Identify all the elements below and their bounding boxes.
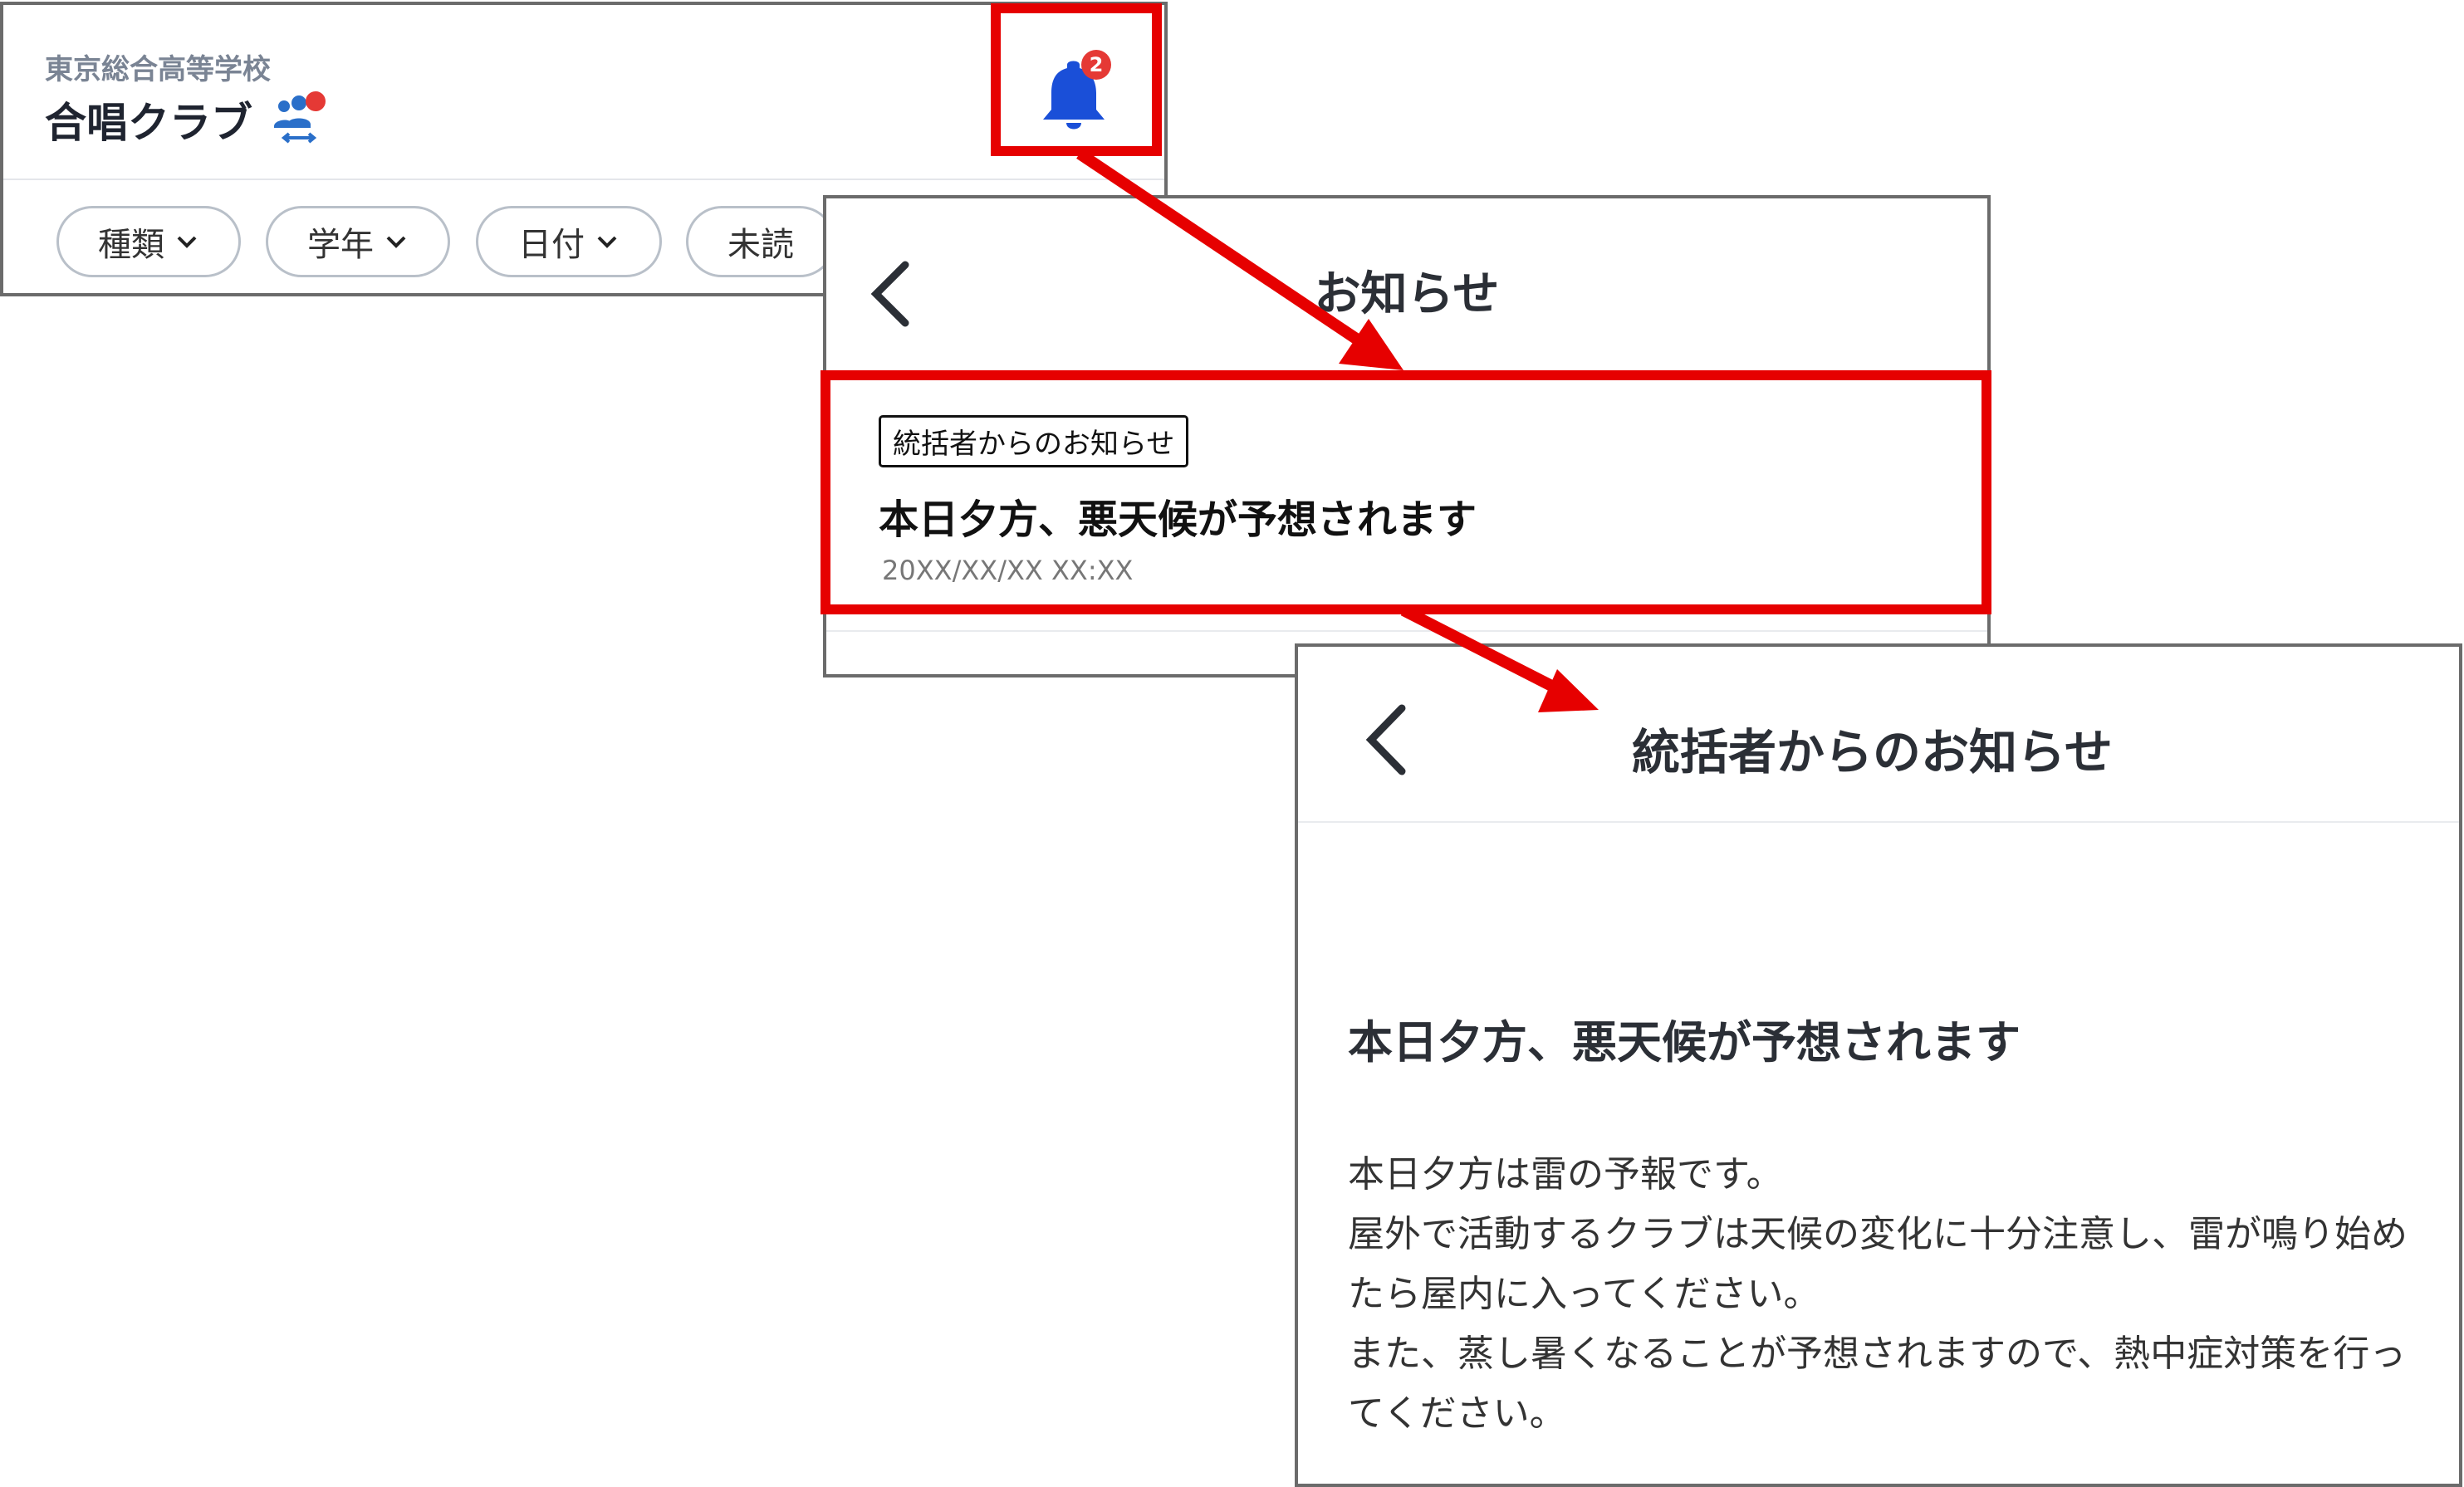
chevron-down-icon [177,236,197,248]
unread-dot [306,91,326,111]
switch-club-members-icon[interactable] [266,88,332,154]
filter-date-button[interactable]: 日付 [476,206,662,277]
detail-body: 本日夕方は雷の予報です。 屋外で活動するクラブは天候の変化に十分注意し、雷が鳴り… [1348,1145,2419,1444]
filter-unread-label: 未読 [727,226,794,264]
filter-grade-label: 学年 [307,226,374,264]
notice-category-tag: 統括者からのお知らせ [879,415,1189,467]
club-name: 合唱クラブ [45,99,252,147]
header-divider [3,179,1164,180]
notice-item-datetime: 20XX/XX/XX XX:XX [882,555,1134,586]
detail-body-line: 屋外で活動するクラブは天候の変化に十分注意し、雷が鳴り始めたら屋内に入ってくださ… [1348,1213,2408,1315]
notice-list-title: お知らせ [1314,267,1500,321]
filter-type-button[interactable]: 種類 [56,206,241,277]
detail-body-line: 本日夕方は雷の予報です。 [1348,1153,1783,1196]
detail-header-title: 統括者からのお知らせ [1632,724,2113,780]
notice-list-item[interactable]: 統括者からのお知らせ 本日夕方、悪天候が予想されます 20XX/XX/XX XX… [821,370,1991,614]
detail-body-line: また、蒸し暑くなることが予想されますので、熱中症対策を行ってください。 [1348,1333,2407,1435]
back-chevron-icon[interactable] [1356,698,1414,781]
bell-highlight-frame [991,3,1162,156]
chevron-down-icon [597,236,617,248]
detail-divider [1298,821,2459,823]
notice-item-headline: 本日夕方、悪天候が予想されます [879,496,1477,543]
filter-unread-button[interactable]: 未読 [686,206,835,277]
filter-grade-button[interactable]: 学年 [266,206,450,277]
list-divider [826,630,1987,632]
filter-type-label: 種類 [98,226,164,264]
notice-detail-panel: 統括者からのお知らせ 本日夕方、悪天候が予想されます 本日夕方は雷の予報です。 … [1295,643,2462,1487]
filter-date-label: 日付 [518,226,585,264]
chevron-down-icon [386,236,406,248]
school-name: 東京総合高等学校 [45,53,271,86]
detail-headline: 本日夕方、悪天候が予想されます [1348,1016,2021,1069]
